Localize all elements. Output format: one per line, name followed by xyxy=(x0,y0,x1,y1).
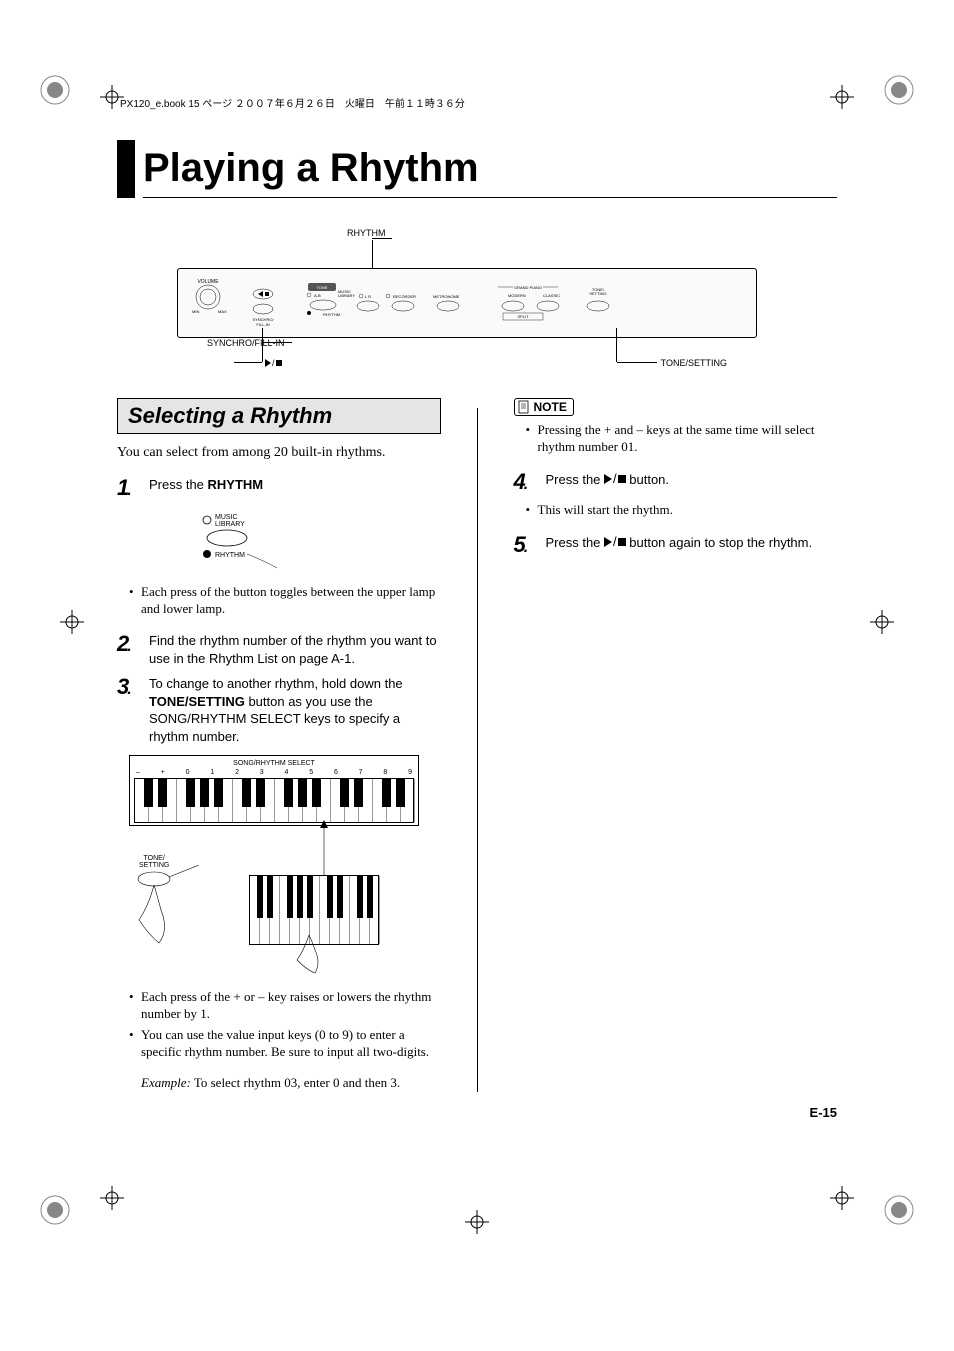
registration-mark-icon xyxy=(35,1190,75,1230)
step-4: 4. Press the / button. xyxy=(514,470,838,494)
step-text: Press the / button. xyxy=(546,470,670,488)
step-number: 2. xyxy=(117,632,149,656)
chapter-title-bar xyxy=(117,140,135,198)
step-text: Press the / button again to stop the rhy… xyxy=(546,533,813,551)
list-item: Pressing the + and – keys at the same ti… xyxy=(538,422,838,456)
diagram-label-top: SONG/RHYTHM SELECT xyxy=(134,760,414,767)
hand-press-icon xyxy=(289,935,339,975)
column-divider xyxy=(477,408,478,1092)
step-3-notes: Each press of the + or – key raises or l… xyxy=(117,989,441,1061)
note-label: NOTE xyxy=(514,398,574,416)
step-text: To change to another rhythm, hold down t… xyxy=(149,675,441,745)
chapter-title: Playing a Rhythm xyxy=(143,140,837,198)
svg-text:A-B: A-B xyxy=(314,293,321,298)
svg-text:LIBRARY: LIBRARY xyxy=(338,293,355,298)
list-item: You can use the value input keys (0 to 9… xyxy=(141,1027,441,1061)
keyboard-illustration xyxy=(134,778,414,823)
step-number: 4. xyxy=(514,470,546,494)
svg-text:VOLUME: VOLUME xyxy=(197,279,219,285)
svg-text:LIBRARY: LIBRARY xyxy=(215,521,245,528)
section-heading: Selecting a Rhythm xyxy=(117,398,441,434)
svg-text:RECORDER: RECORDER xyxy=(393,294,416,299)
note-block: NOTE Pressing the + and – keys at the sa… xyxy=(514,398,838,456)
control-panel-illustration: VOLUME MIN MAX SYNCHRO/ FILL-IN TONE MUS… xyxy=(177,268,757,338)
svg-text:L R: L R xyxy=(365,294,371,299)
step-number: 1. xyxy=(117,476,149,500)
step-number: 3. xyxy=(117,675,149,699)
list-item: This will start the rhythm. xyxy=(538,502,838,519)
example-text: Example: To select rhythm 03, enter 0 an… xyxy=(141,1075,441,1092)
page-number: E-15 xyxy=(810,1105,837,1120)
step-5: 5. Press the / button again to stop the … xyxy=(514,533,838,557)
diagram-callout-tonesetting: TONE/SETTING xyxy=(661,358,727,368)
step-text: Press the RHYTHM xyxy=(149,476,263,494)
crosshair-icon xyxy=(870,610,894,639)
list-item: Each press of the button toggles between… xyxy=(141,584,441,618)
diagram-callout-synchro: SYNCHRO/FILL-IN xyxy=(207,338,285,348)
svg-text:MIN: MIN xyxy=(192,309,199,314)
control-panel-diagram: RHYTHM VOLUME MIN MAX SYNCHRO/ FILL-IN xyxy=(157,228,777,378)
crosshair-icon xyxy=(60,610,84,639)
step-4-notes: This will start the rhythm. xyxy=(514,502,838,519)
diagram-callout-rhythm: RHYTHM xyxy=(347,228,386,238)
hand-press-icon xyxy=(129,865,209,955)
registration-mark-icon xyxy=(879,1190,919,1230)
step-number: 5. xyxy=(514,533,546,557)
list-item: Each press of the + or – key raises or l… xyxy=(141,989,441,1023)
svg-text:SETTING: SETTING xyxy=(589,291,606,296)
note-list: Pressing the + and – keys at the same ti… xyxy=(514,422,838,456)
step-1-notes: Each press of the button toggles between… xyxy=(117,584,441,618)
svg-text:MUSIC: MUSIC xyxy=(215,514,238,521)
tone-setting-diagram: SONG/RHYTHM SELECT – + 0 1 2 3 4 5 6 7 8 xyxy=(129,755,429,975)
diagram-callout-playstop: / xyxy=(265,358,282,369)
step-1: 1. Press the RHYTHM xyxy=(117,476,441,500)
intro-text: You can select from among 20 built-in rh… xyxy=(117,444,441,462)
step-text: Find the rhythm number of the rhythm you… xyxy=(149,632,441,667)
svg-text:RHYTHM: RHYTHM xyxy=(323,312,340,317)
svg-text:TONE: TONE xyxy=(316,285,327,290)
svg-text:MAX: MAX xyxy=(218,309,227,314)
svg-text:METRONOME: METRONOME xyxy=(433,294,460,299)
note-icon xyxy=(517,400,531,414)
chapter-title-row: Playing a Rhythm xyxy=(117,140,837,198)
play-stop-icon: / xyxy=(604,533,626,551)
registration-mark-icon xyxy=(879,70,919,110)
svg-text:GRAND PIANO: GRAND PIANO xyxy=(514,285,542,290)
svg-text:FILL-IN: FILL-IN xyxy=(256,322,269,327)
svg-text:RHYTHM: RHYTHM xyxy=(215,552,245,559)
svg-text:SPLIT: SPLIT xyxy=(517,314,529,319)
rhythm-lamp-diagram: MUSIC LIBRARY RHYTHM xyxy=(167,510,307,570)
play-stop-icon: / xyxy=(604,470,626,488)
registration-mark-icon xyxy=(35,70,75,110)
svg-text:MODERN: MODERN xyxy=(508,293,526,298)
step-2: 2. Find the rhythm number of the rhythm … xyxy=(117,632,441,667)
step-3: 3. To change to another rhythm, hold dow… xyxy=(117,675,441,745)
svg-text:CLASSIC: CLASSIC xyxy=(543,293,560,298)
